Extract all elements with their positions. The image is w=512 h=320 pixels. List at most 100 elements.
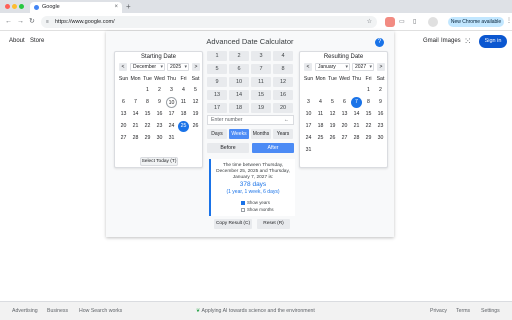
start-day-9[interactable]: 9: [154, 97, 165, 108]
show-months-checkbox[interactable]: Show months: [241, 207, 274, 213]
how-search-works-link[interactable]: How Search works: [79, 308, 122, 315]
ai-science-link[interactable]: ❦ Applying AI towards science and the en…: [196, 308, 315, 315]
after-button[interactable]: After: [252, 143, 294, 153]
privacy-link[interactable]: Privacy: [430, 308, 447, 315]
end-day-13[interactable]: 13: [339, 109, 350, 120]
start-day-16[interactable]: 16: [154, 109, 165, 120]
end-day-30[interactable]: 30: [375, 133, 386, 144]
end-day-10[interactable]: 10: [303, 109, 314, 120]
start-year-select[interactable]: 2025 ▾: [167, 63, 189, 71]
end-day-28[interactable]: 28: [351, 133, 362, 144]
start-day-12[interactable]: 12: [190, 97, 201, 108]
start-day-26[interactable]: 26: [190, 121, 201, 132]
start-day-11[interactable]: 11: [178, 97, 189, 108]
start-day-28[interactable]: 28: [130, 133, 141, 144]
end-day-25[interactable]: 25: [315, 133, 326, 144]
end-day-23[interactable]: 23: [375, 121, 386, 132]
tab-search-icon[interactable]: ▭: [399, 18, 405, 26]
start-day-25[interactable]: 25: [178, 121, 189, 132]
end-day-11[interactable]: 11: [315, 109, 326, 120]
store-link[interactable]: Store: [30, 36, 44, 46]
end-day-21[interactable]: 21: [351, 121, 362, 132]
keypad-6[interactable]: 6: [229, 64, 249, 74]
keypad-16[interactable]: 16: [273, 90, 293, 100]
copy-result-button[interactable]: Copy Result (C): [214, 219, 252, 229]
keypad-19[interactable]: 19: [251, 103, 271, 113]
start-day-1[interactable]: 1: [142, 85, 153, 96]
end-day-2[interactable]: 2: [375, 85, 386, 96]
unit-days-button[interactable]: Days: [207, 129, 227, 139]
start-day-24[interactable]: 24: [166, 121, 177, 132]
help-icon[interactable]: ?: [375, 38, 384, 47]
sidepanel-icon[interactable]: ▯: [413, 18, 416, 26]
minimize-window-dot[interactable]: [12, 4, 17, 9]
end-day-20[interactable]: 20: [339, 121, 350, 132]
site-info-icon[interactable]: ≡: [46, 16, 49, 28]
before-button[interactable]: Before: [207, 143, 249, 153]
select-today-button[interactable]: Select Today (T): [140, 157, 178, 166]
end-day-26[interactable]: 26: [327, 133, 338, 144]
close-window-dot[interactable]: [5, 4, 10, 9]
reload-icon[interactable]: ↻: [29, 17, 35, 27]
end-day-14[interactable]: 14: [351, 109, 362, 120]
start-day-14[interactable]: 14: [130, 109, 141, 120]
tab-google[interactable]: Google ×: [30, 2, 122, 13]
end-day-12[interactable]: 12: [327, 109, 338, 120]
start-day-10[interactable]: 10: [166, 97, 177, 108]
end-day-22[interactable]: 22: [363, 121, 374, 132]
end-day-6[interactable]: 6: [339, 97, 350, 108]
start-day-15[interactable]: 15: [142, 109, 153, 120]
end-day-31[interactable]: 31: [303, 145, 314, 156]
bookmark-star-icon[interactable]: ☆: [367, 16, 372, 28]
keypad-3[interactable]: 3: [251, 51, 271, 61]
start-day-31[interactable]: 31: [166, 133, 177, 144]
google-apps-icon[interactable]: ⁙: [464, 36, 472, 46]
start-day-29[interactable]: 29: [142, 133, 153, 144]
start-day-6[interactable]: 6: [118, 97, 129, 108]
show-years-checkbox[interactable]: Show years: [241, 200, 270, 206]
start-day-3[interactable]: 3: [166, 85, 177, 96]
terms-link[interactable]: Terms: [456, 308, 470, 315]
keypad-13[interactable]: 13: [207, 90, 227, 100]
end-day-24[interactable]: 24: [303, 133, 314, 144]
keypad-14[interactable]: 14: [229, 90, 249, 100]
end-day-5[interactable]: 5: [327, 97, 338, 108]
keypad-11[interactable]: 11: [251, 77, 271, 87]
browser-menu-icon[interactable]: ⋮: [506, 17, 512, 24]
start-next-month-button[interactable]: >: [192, 63, 200, 71]
advertising-link[interactable]: Advertising: [12, 308, 38, 315]
start-day-27[interactable]: 27: [118, 133, 129, 144]
end-day-9[interactable]: 9: [375, 97, 386, 108]
start-day-20[interactable]: 20: [118, 121, 129, 132]
end-day-29[interactable]: 29: [363, 133, 374, 144]
start-month-select[interactable]: December ▾: [130, 63, 165, 71]
keypad-7[interactable]: 7: [251, 64, 271, 74]
keypad-12[interactable]: 12: [273, 77, 293, 87]
images-link[interactable]: Images: [441, 36, 461, 46]
start-day-8[interactable]: 8: [142, 97, 153, 108]
start-day-17[interactable]: 17: [166, 109, 177, 120]
end-day-17[interactable]: 17: [303, 121, 314, 132]
address-bar[interactable]: ≡ https://www.google.com/ ☆: [41, 16, 377, 28]
start-day-18[interactable]: 18: [178, 109, 189, 120]
reset-button[interactable]: Reset (R): [257, 219, 290, 229]
keypad-10[interactable]: 10: [229, 77, 249, 87]
end-day-8[interactable]: 8: [363, 97, 374, 108]
extension-icon[interactable]: [385, 17, 395, 27]
start-day-7[interactable]: 7: [130, 97, 141, 108]
profile-avatar[interactable]: [428, 17, 438, 27]
keypad-20[interactable]: 20: [273, 103, 293, 113]
end-day-19[interactable]: 19: [327, 121, 338, 132]
keypad-1[interactable]: 1: [207, 51, 227, 61]
keypad-4[interactable]: 4: [273, 51, 293, 61]
unit-years-button[interactable]: Years: [273, 129, 293, 139]
start-day-22[interactable]: 22: [142, 121, 153, 132]
end-month-select[interactable]: January ▾: [315, 63, 350, 71]
end-prev-month-button[interactable]: <: [304, 63, 312, 71]
keypad-9[interactable]: 9: [207, 77, 227, 87]
settings-link[interactable]: Settings: [481, 308, 500, 315]
back-icon[interactable]: ←: [5, 17, 12, 27]
sign-in-button[interactable]: Sign in: [479, 35, 507, 48]
gmail-link[interactable]: Gmail: [423, 36, 439, 46]
keypad-2[interactable]: 2: [229, 51, 249, 61]
